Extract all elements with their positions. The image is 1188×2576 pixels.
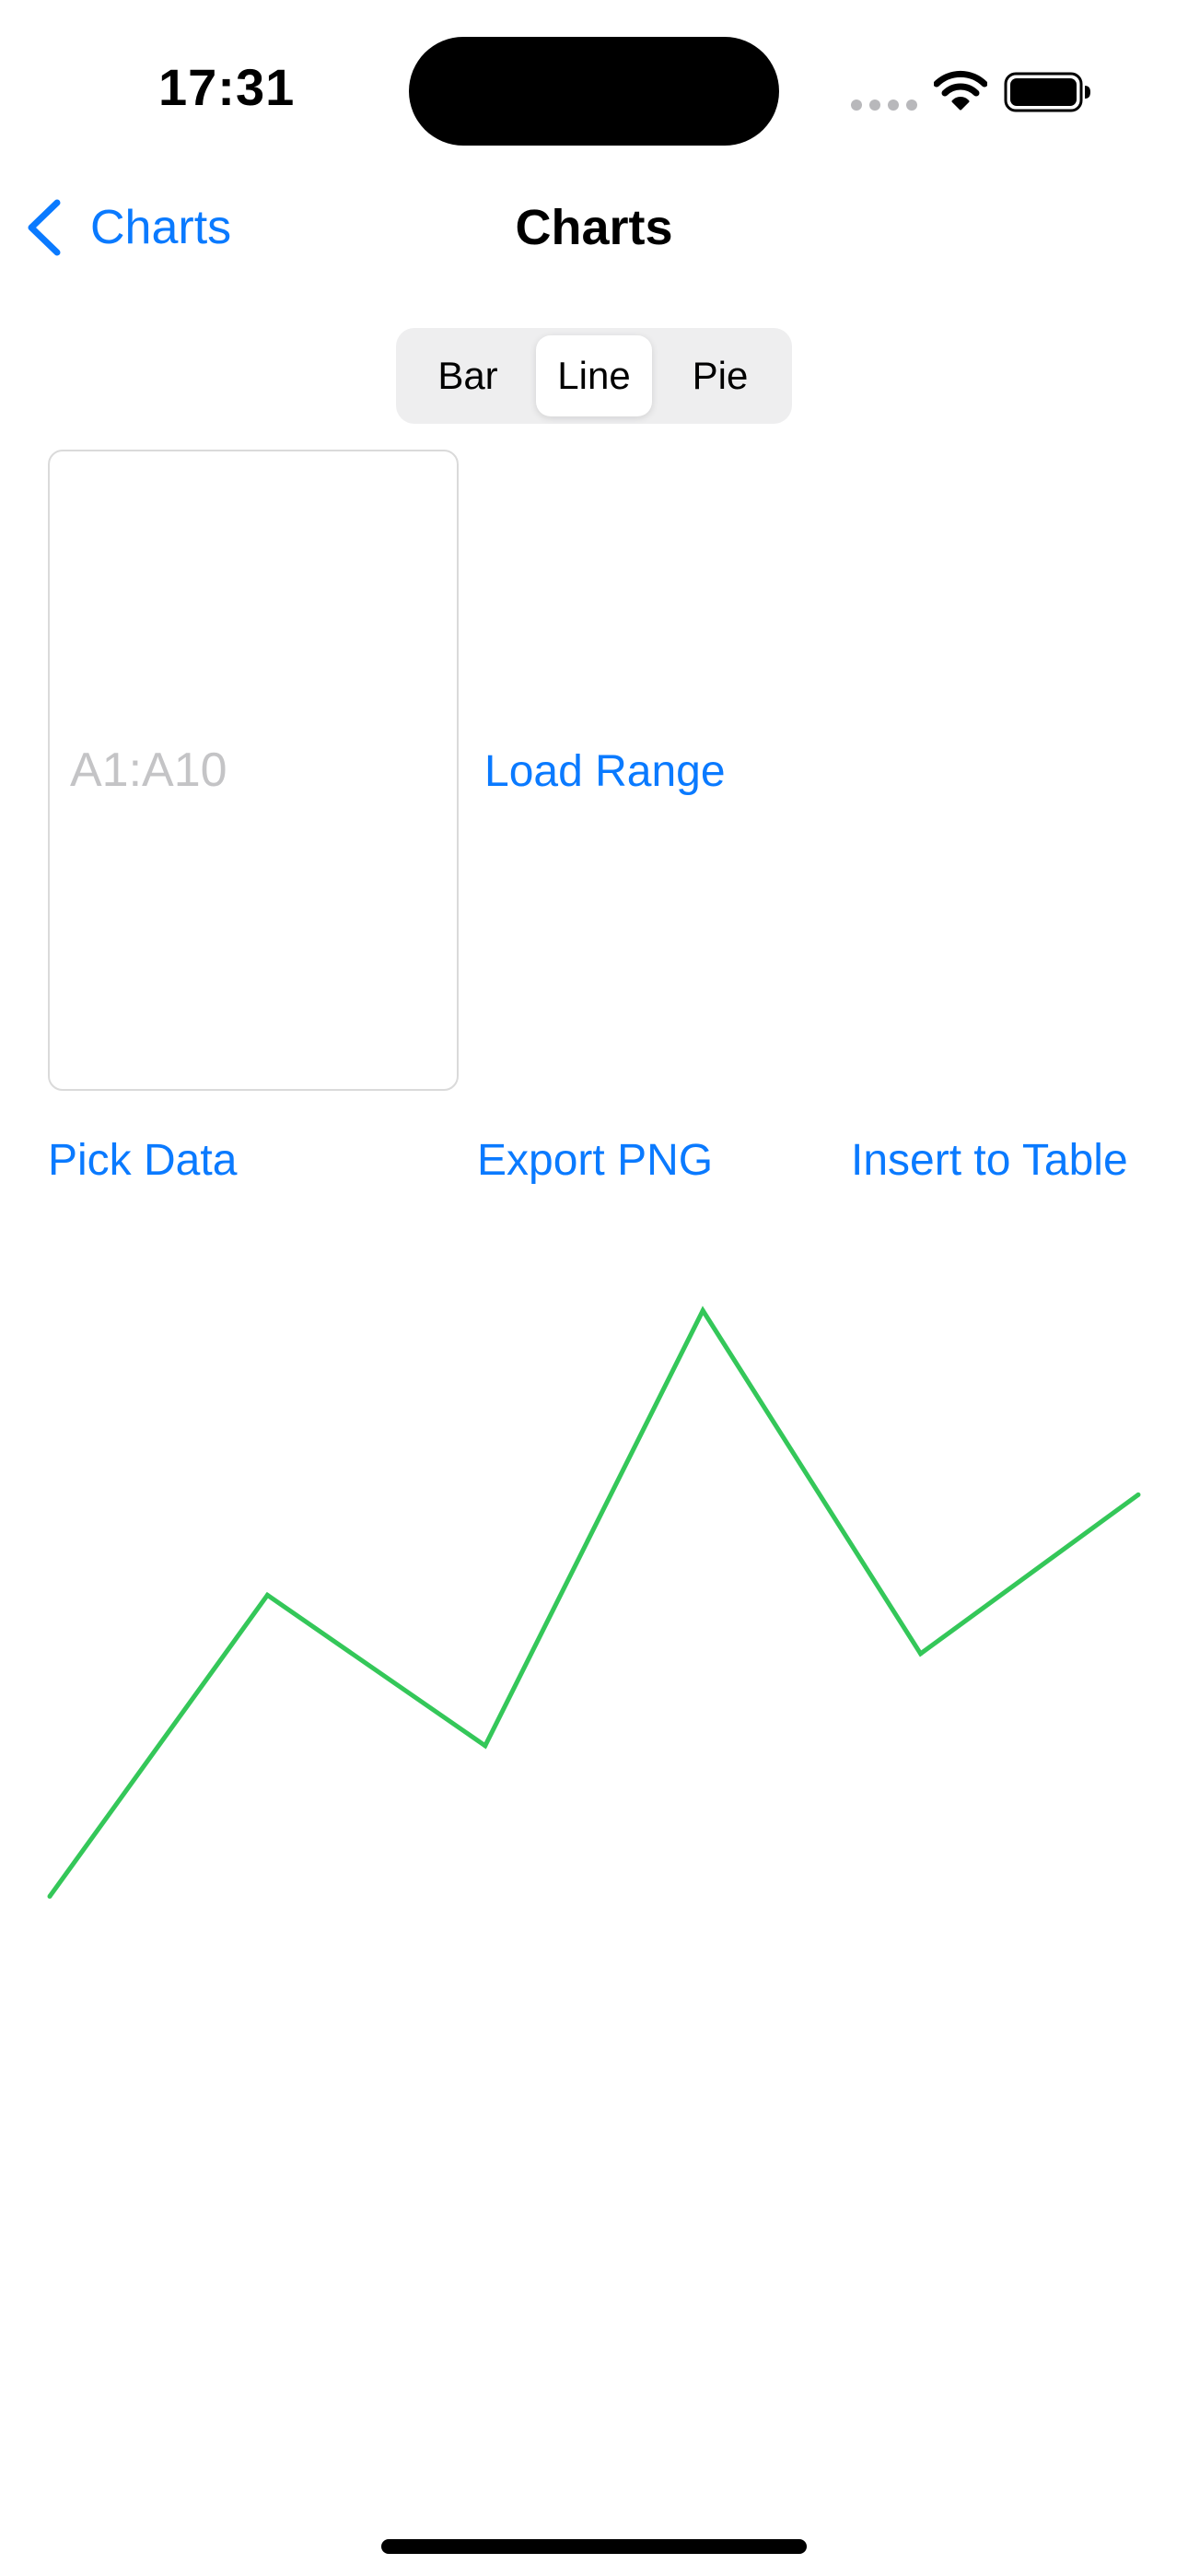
battery-icon xyxy=(1004,72,1090,112)
load-range-button[interactable]: Load Range xyxy=(484,746,726,797)
status-time: 17:31 xyxy=(158,58,296,116)
insert-to-table-button[interactable]: Insert to Table xyxy=(851,1135,1128,1186)
screen: 17:31 Charts Charts Bar Line Pie A1:A10 … xyxy=(0,0,1188,2576)
data-point xyxy=(918,1651,924,1657)
data-point xyxy=(700,1308,705,1313)
data-point xyxy=(1136,1492,1141,1497)
data-point xyxy=(483,1743,488,1749)
data-point xyxy=(264,1592,270,1598)
segment-line[interactable]: Line xyxy=(536,335,652,416)
status-icons xyxy=(851,68,1092,116)
range-input-placeholder: A1:A10 xyxy=(70,744,227,797)
export-png-button[interactable]: Export PNG xyxy=(477,1135,713,1186)
range-input[interactable]: A1:A10 xyxy=(48,450,459,1091)
segment-bar[interactable]: Bar xyxy=(403,335,532,416)
page-title: Charts xyxy=(515,200,673,255)
dynamic-island xyxy=(409,37,779,146)
series-line xyxy=(47,1306,1140,1898)
line-chart xyxy=(47,1306,1141,1899)
segment-pie[interactable]: Pie xyxy=(656,335,785,416)
data-point xyxy=(47,1893,52,1899)
wifi-icon xyxy=(934,70,987,111)
pick-data-button[interactable]: Pick Data xyxy=(48,1135,237,1186)
home-indicator xyxy=(381,2539,807,2554)
chart-type-segmented-control: Bar Line Pie xyxy=(396,328,792,424)
